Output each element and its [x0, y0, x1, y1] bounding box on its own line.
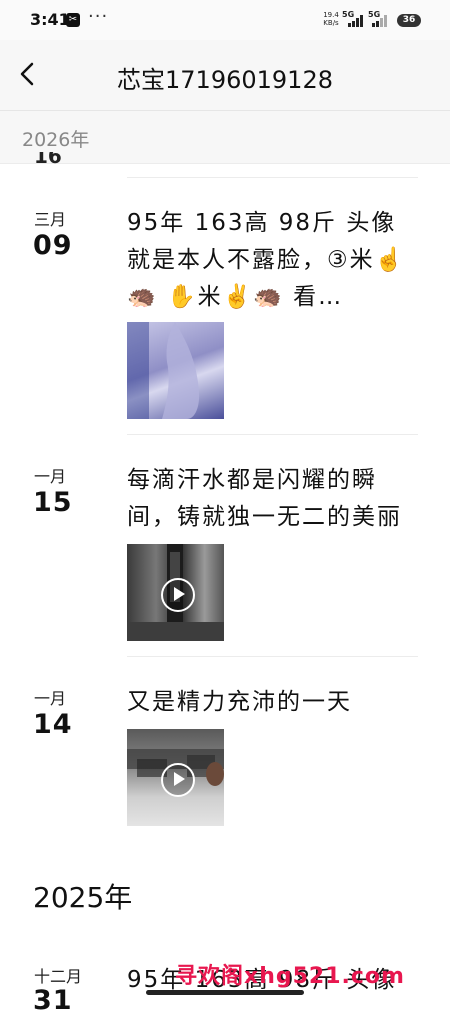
nav-bar: 芯宝17196019128	[0, 40, 450, 110]
post-day: 31	[33, 985, 73, 1016]
more-dots-icon: ···	[88, 6, 109, 27]
post-day: 15	[33, 487, 73, 518]
year-heading: 2025年	[33, 881, 133, 914]
photo-figure-icon	[127, 322, 200, 419]
post-month: 一月	[34, 689, 67, 708]
post-text-line: 95年 163高 98斤 头像	[127, 210, 397, 236]
network-speed-value: 19.4	[323, 11, 339, 19]
post-text-line: 又是精力充沛的一天	[127, 689, 352, 715]
signal-icon-2	[372, 15, 390, 27]
post-text-line: 每滴汗水都是闪耀的瞬	[127, 467, 377, 493]
sticky-year-label: 2026年	[22, 129, 90, 151]
post-text: 每滴汗水都是闪耀的瞬 间，铸就独一无二的美丽	[127, 462, 417, 536]
divider	[127, 434, 418, 435]
battery-icon: 36	[397, 14, 421, 27]
post-day: 09	[33, 230, 73, 261]
play-icon[interactable]	[160, 762, 195, 797]
sticky-year-header: 2026年	[0, 110, 450, 164]
network-speed-unit: KB/s	[323, 19, 339, 27]
page-title: 芯宝17196019128	[117, 66, 333, 94]
divider	[127, 656, 418, 657]
play-icon[interactable]	[160, 577, 195, 612]
status-time: 3:41	[30, 10, 70, 29]
status-bar: 3:41 ✂ ··· 19.4 KB/s 5G 5G 36	[0, 0, 450, 40]
video-thumbnail[interactable]	[127, 729, 224, 826]
photo-thumbnail[interactable]	[127, 322, 224, 419]
post-text-line: 间，铸就独一无二的美丽	[127, 504, 402, 530]
signal-icon-1	[348, 15, 366, 27]
divider	[127, 177, 418, 178]
video-thumbnail[interactable]	[127, 544, 224, 641]
post-text: 又是精力充沛的一天	[127, 684, 417, 721]
post-month: 十二月	[34, 967, 83, 986]
post-text-line: 🦔 ✋米✌️🦔 看…	[127, 284, 344, 310]
post-month: 一月	[34, 467, 67, 486]
post-month: 三月	[34, 210, 67, 229]
app-notification-icon: ✂	[66, 13, 80, 27]
network-speed: 19.4 KB/s	[320, 11, 342, 27]
post-text: 95年 163高 98斤 头像 就是本人不露脸，③米☝️ 🦔 ✋米✌️🦔 看…	[127, 205, 417, 316]
home-indicator[interactable]	[146, 990, 304, 995]
post-day: 14	[33, 709, 73, 740]
watermark: 寻欢阁xhg521.com	[175, 964, 405, 989]
post-text-line: 就是本人不露脸，③米☝️	[127, 247, 406, 273]
